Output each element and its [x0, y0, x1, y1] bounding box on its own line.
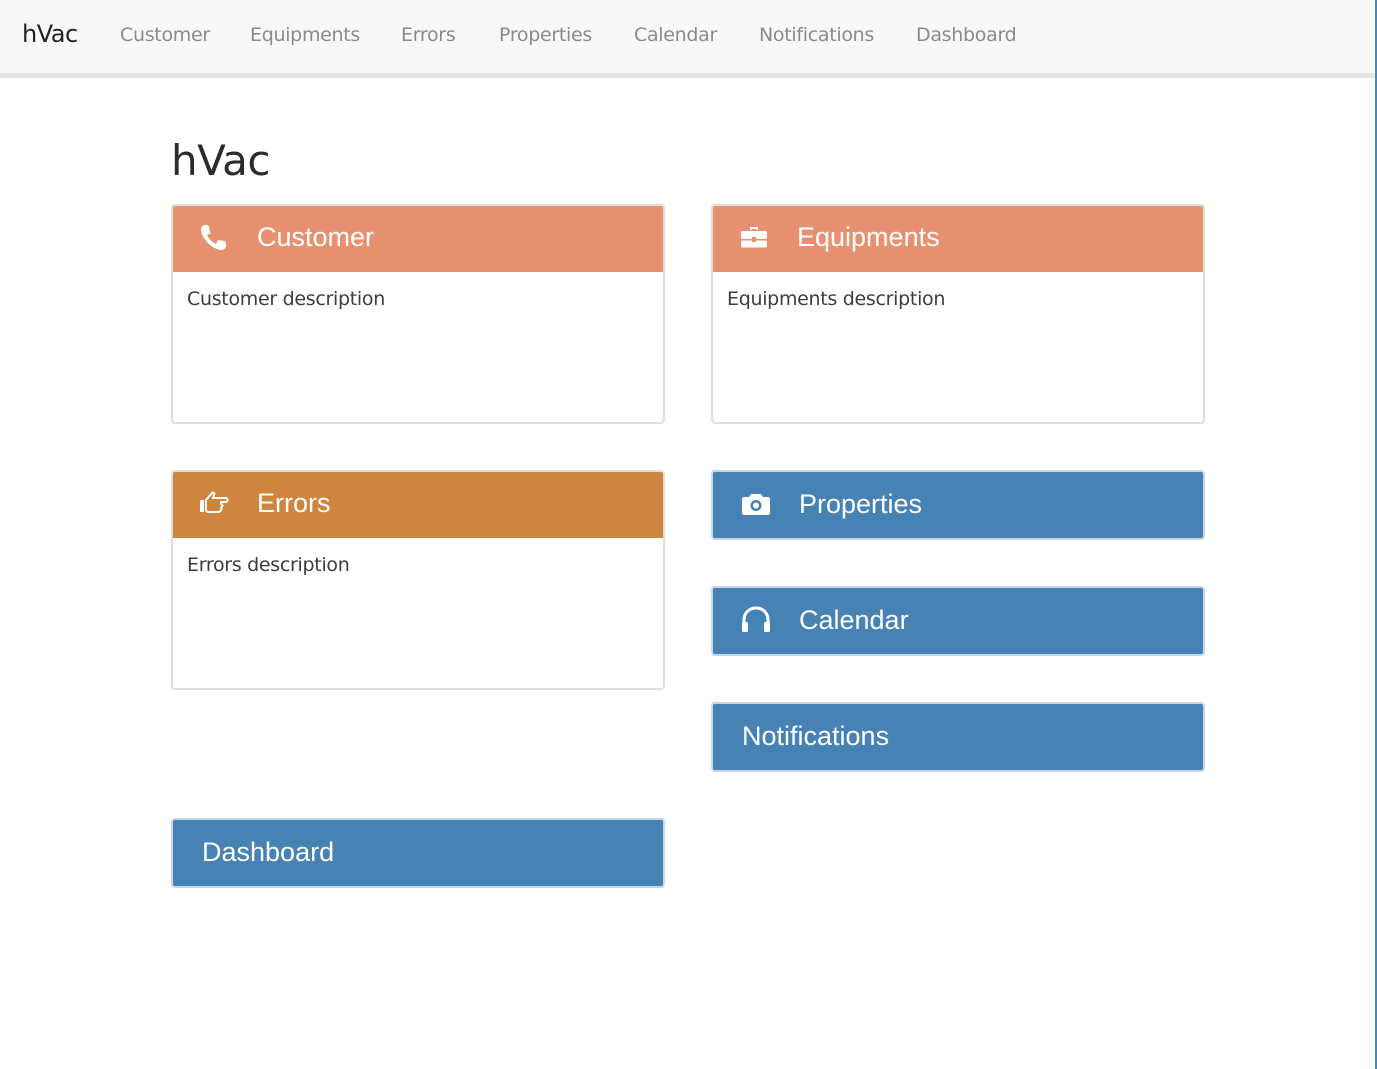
equipments-panel-description: Equipments description	[727, 288, 946, 310]
calendar-panel[interactable]: Calendar	[711, 586, 1205, 656]
hand-point-right-icon	[200, 491, 229, 513]
dashboard-panel-heading[interactable]: Dashboard	[173, 820, 663, 886]
properties-panel-title: Properties	[799, 489, 923, 519]
equipments-panel-title: Equipments	[797, 222, 940, 252]
phone-icon	[201, 225, 226, 250]
calendar-panel-title: Calendar	[799, 605, 909, 635]
customer-panel-heading[interactable]: Customer	[173, 206, 663, 272]
dashboard-panel[interactable]: Dashboard	[171, 818, 665, 888]
dashboard-panel-title: Dashboard	[202, 837, 335, 867]
properties-panel-heading[interactable]: Properties	[713, 472, 1203, 538]
camera-icon	[742, 494, 770, 515]
customer-panel[interactable]: Customer Customer description	[171, 204, 665, 424]
notifications-panel-heading[interactable]: Notifications	[713, 704, 1203, 770]
notifications-panel-title: Notifications	[742, 721, 890, 751]
nav-link-equipments[interactable]: Equipments	[250, 24, 360, 46]
page-title: hVac	[171, 136, 270, 185]
calendar-panel-heading[interactable]: Calendar	[713, 588, 1203, 654]
customer-panel-description: Customer description	[187, 288, 385, 310]
navbar-brand[interactable]: hVac	[22, 20, 78, 48]
briefcase-icon	[741, 227, 767, 248]
nav-link-calendar[interactable]: Calendar	[634, 24, 717, 46]
equipments-panel-heading[interactable]: Equipments	[713, 206, 1203, 272]
nav-link-notifications[interactable]: Notifications	[759, 24, 874, 46]
headphones-icon	[742, 606, 770, 632]
errors-panel-heading[interactable]: Errors	[173, 472, 663, 538]
errors-panel[interactable]: Errors Errors description	[171, 470, 665, 690]
errors-panel-title: Errors	[257, 488, 331, 518]
top-navbar: hVac Customer Equipments Errors Properti…	[0, 0, 1375, 78]
nav-link-properties[interactable]: Properties	[499, 24, 592, 46]
nav-link-dashboard[interactable]: Dashboard	[916, 24, 1017, 46]
errors-panel-description: Errors description	[187, 554, 350, 576]
nav-link-errors[interactable]: Errors	[401, 24, 456, 46]
nav-link-customer[interactable]: Customer	[120, 24, 210, 46]
equipments-panel[interactable]: Equipments Equipments description	[711, 204, 1205, 424]
customer-panel-title: Customer	[257, 222, 375, 252]
properties-panel[interactable]: Properties	[711, 470, 1205, 540]
notifications-panel[interactable]: Notifications	[711, 702, 1205, 772]
